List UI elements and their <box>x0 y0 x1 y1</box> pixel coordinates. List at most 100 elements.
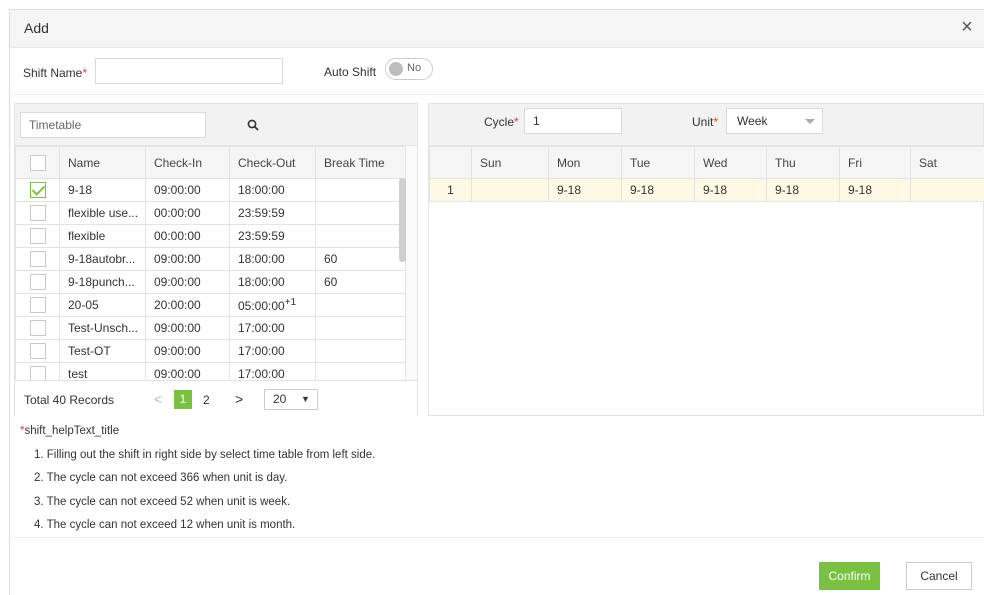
row-select-cell[interactable] <box>15 293 60 317</box>
schedule-row-index: 1 <box>429 178 472 202</box>
schedule-table: Sun Mon Tue Wed Thu Fri Sat 1 9-18 9-18 9-18 9-18 9… <box>429 146 984 202</box>
timetable-break-time: 60 <box>315 247 406 271</box>
page-1-button[interactable]: 1 <box>174 390 192 409</box>
unit-select[interactable]: Week <box>726 108 823 134</box>
pagination: Total 40 Records < 1 2 > 20 ▼ <box>15 380 417 416</box>
page-2-button[interactable]: 2 <box>203 393 210 407</box>
row-checkbox[interactable] <box>29 228 46 244</box>
confirm-button[interactable]: Confirm <box>819 562 880 590</box>
column-header-fri: Fri <box>839 146 911 179</box>
cycle-input[interactable]: 1 <box>524 108 622 134</box>
timetable-name: Test-Unsch... <box>59 316 146 340</box>
table-row[interactable]: 9-18autobr... 09:00:00 18:00:00 60 <box>15 247 406 271</box>
toggle-knob <box>389 62 403 76</box>
timetable-check-out: 18:00:00 <box>229 178 316 202</box>
timetable-search-input[interactable]: Timetable <box>20 112 206 138</box>
timetable-name: 9-18punch... <box>59 270 146 294</box>
table-scroll-track[interactable] <box>405 146 417 380</box>
help-title: *shift_helpText_title <box>20 425 120 437</box>
timetable-check-in: 09:00:00 <box>145 316 230 340</box>
row-checkbox[interactable] <box>29 343 46 359</box>
select-all-header[interactable] <box>15 146 60 179</box>
timetable-break-time <box>315 339 406 363</box>
help-line-2: 2. The cycle can not exceed 366 when uni… <box>34 472 288 484</box>
schedule-cell[interactable]: 9-18 <box>548 178 622 202</box>
timetable-name: 9-18 <box>59 178 146 202</box>
column-header-index <box>429 146 472 179</box>
row-checkbox[interactable] <box>29 205 46 221</box>
timetable-check-in: 09:00:00 <box>145 178 230 202</box>
column-header-tue: Tue <box>621 146 695 179</box>
table-row[interactable]: 20-05 20:00:00 05:00:00+1 <box>15 293 406 317</box>
timetable-check-in: 00:00:00 <box>145 201 230 225</box>
close-icon[interactable]: × <box>957 16 977 38</box>
row-select-cell[interactable] <box>15 247 60 271</box>
prev-page-button[interactable]: < <box>154 391 162 407</box>
row-checkbox[interactable] <box>29 297 46 313</box>
timetable-break-time: 60 <box>315 270 406 294</box>
dropdown-triangle-icon: ▼ <box>301 394 310 404</box>
shift-name-input[interactable] <box>95 58 283 84</box>
schedule-cell[interactable]: 9-18 <box>694 178 767 202</box>
total-records: Total 40 Records <box>24 393 115 407</box>
table-header-row: Name Check-In Check-Out Break Time <box>15 146 406 179</box>
column-header-thu: Thu <box>766 146 840 179</box>
scrollbar-thumb[interactable] <box>399 178 406 262</box>
next-day-marker: +1 <box>284 297 297 308</box>
timetable-check-out: 23:59:59 <box>229 201 316 225</box>
column-header-name[interactable]: Name <box>59 146 146 179</box>
table-row[interactable]: 9-18 09:00:00 18:00:00 <box>15 178 406 202</box>
column-header-sat: Sat <box>910 146 984 179</box>
row-select-cell[interactable] <box>15 224 60 248</box>
help-line-3: 3. The cycle can not exceed 52 when unit… <box>34 496 291 508</box>
column-header-check-out[interactable]: Check-Out <box>229 146 316 179</box>
timetable-check-in: 09:00:00 <box>145 270 230 294</box>
timetable-break-time <box>315 293 406 317</box>
schedule-row[interactable]: 1 9-18 9-18 9-18 9-18 9-18 <box>429 178 984 202</box>
row-checkbox[interactable] <box>29 274 46 290</box>
schedule-cell[interactable] <box>471 178 549 202</box>
search-icon[interactable] <box>247 119 259 131</box>
timetable-name: 9-18autobr... <box>59 247 146 271</box>
schedule-cell[interactable] <box>910 178 984 202</box>
column-header-check-in[interactable]: Check-In <box>145 146 230 179</box>
timetable-check-out: 23:59:59 <box>229 224 316 248</box>
timetable-panel: Timetable Name Check-In Check-Out Break … <box>14 103 418 416</box>
timetable-check-out: 18:00:00 <box>229 270 316 294</box>
row-select-cell[interactable] <box>15 178 60 202</box>
row-checkbox[interactable] <box>29 182 46 198</box>
column-header-break-time[interactable]: Break Time <box>315 146 406 179</box>
row-select-cell[interactable] <box>15 339 60 363</box>
table-row[interactable]: Test-OT 09:00:00 17:00:00 <box>15 339 406 363</box>
schedule-panel: Sun Mon Tue Wed Thu Fri Sat 1 9-18 9-18 9-18 9-18 9… <box>428 103 984 416</box>
column-header-wed: Wed <box>694 146 767 179</box>
schedule-cell[interactable]: 9-18 <box>621 178 695 202</box>
table-row[interactable]: 9-18punch... 09:00:00 18:00:00 60 <box>15 270 406 294</box>
row-checkbox[interactable] <box>29 320 46 336</box>
dialog-title: Add <box>24 20 49 36</box>
schedule-cell[interactable]: 9-18 <box>839 178 911 202</box>
timetable-break-time <box>315 201 406 225</box>
row-select-cell[interactable] <box>15 316 60 340</box>
auto-shift-toggle[interactable]: No <box>385 58 433 80</box>
cancel-button[interactable]: Cancel <box>906 562 972 590</box>
schedule-cell[interactable]: 9-18 <box>766 178 840 202</box>
cycle-label: Cycle* <box>484 115 519 129</box>
row-select-cell[interactable] <box>15 270 60 294</box>
row-checkbox[interactable] <box>29 251 46 267</box>
timetable-name: Test-OT <box>59 339 146 363</box>
table-row[interactable]: flexible 00:00:00 23:59:59 <box>15 224 406 248</box>
next-page-button[interactable]: > <box>235 391 243 407</box>
unit-label: Unit* <box>692 115 719 129</box>
select-all-checkbox[interactable] <box>29 154 46 171</box>
timetable-check-out: 17:00:00 <box>229 339 316 363</box>
page-size-select[interactable]: 20 ▼ <box>264 389 318 410</box>
timetable-break-time <box>315 224 406 248</box>
row-select-cell[interactable] <box>15 201 60 225</box>
table-row[interactable]: Test-Unsch... 09:00:00 17:00:00 <box>15 316 406 340</box>
footer-divider <box>9 537 984 538</box>
table-row[interactable]: flexible use... 00:00:00 23:59:59 <box>15 201 406 225</box>
timetable-table: Name Check-In Check-Out Break Time 9-18 0… <box>15 146 406 386</box>
dialog-titlebar: Add × <box>10 10 984 48</box>
timetable-name: flexible <box>59 224 146 248</box>
